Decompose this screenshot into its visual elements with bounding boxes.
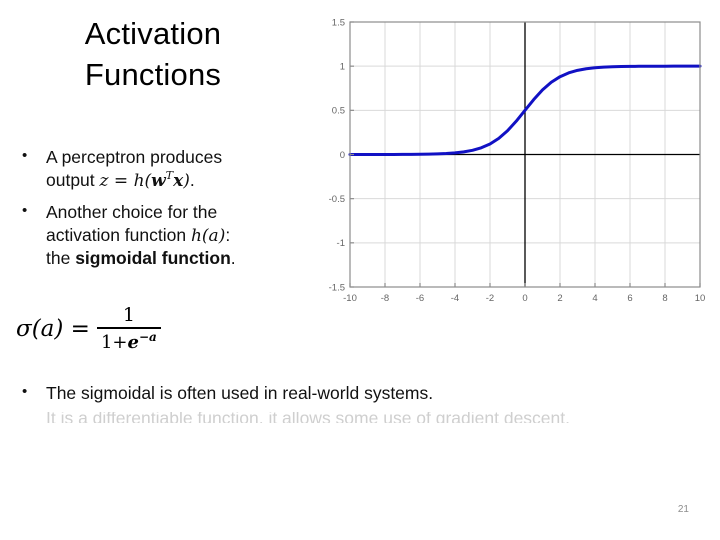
x-tick-label: -10 bbox=[343, 293, 357, 304]
x-tick-label: 8 bbox=[662, 293, 667, 304]
denominator-exponent: −a bbox=[138, 329, 157, 344]
clipped-text: It is a differentiable function, it allo… bbox=[46, 412, 571, 423]
bullet-text: the bbox=[46, 247, 76, 268]
denominator-e: e bbox=[127, 331, 139, 353]
clipped-overflow-line: It is a differentiable function, it allo… bbox=[46, 412, 706, 423]
page-title: Activation Functions bbox=[84, 16, 222, 92]
bullet-text: activation function bbox=[46, 224, 191, 245]
y-tick-label: -1 bbox=[337, 238, 345, 249]
bullet-line: A perceptron produces bbox=[46, 146, 310, 169]
math-equals: = bbox=[108, 170, 134, 191]
colon: : bbox=[225, 224, 231, 245]
math-paren-open: ( bbox=[201, 225, 209, 246]
y-tick-label: 0 bbox=[340, 150, 345, 161]
y-tick-label: -1.5 bbox=[329, 282, 345, 293]
bottom-bullet-list: • The sigmoidal is often used in real-wo… bbox=[14, 382, 704, 407]
bullet-glyph: • bbox=[22, 147, 28, 164]
y-tick-label: 0.5 bbox=[332, 106, 345, 117]
bullet-text: output bbox=[46, 169, 100, 190]
y-tick-label: -0.5 bbox=[329, 194, 345, 205]
list-item: • The sigmoidal is often used in real-wo… bbox=[14, 382, 704, 405]
x-tick-label: 4 bbox=[592, 293, 597, 304]
bullet-glyph: • bbox=[22, 383, 28, 400]
x-tick-label: -8 bbox=[381, 293, 389, 304]
x-tick-label: 6 bbox=[627, 293, 632, 304]
bullet-text: The sigmoidal is often used in real-worl… bbox=[46, 383, 434, 403]
sigmoid-equation: σ(a) = 1 1+e−a bbox=[16, 304, 161, 353]
bullet-line: Another choice for the bbox=[46, 201, 310, 224]
math-h: h bbox=[190, 225, 202, 246]
x-tick-label: -6 bbox=[416, 293, 424, 304]
bullet-line: activation function h(a): bbox=[46, 224, 310, 247]
emphasis-sigmoidal-function: sigmoidal function bbox=[75, 247, 231, 268]
equation-fraction: 1 1+e−a bbox=[96, 304, 161, 353]
x-tick-label: 10 bbox=[695, 293, 706, 304]
math-paren-close: ) bbox=[183, 170, 190, 191]
sentence-period: . bbox=[189, 169, 195, 190]
page-number: 21 bbox=[677, 504, 689, 515]
equation-lhs: σ(a) = bbox=[16, 316, 90, 343]
math-a: a bbox=[208, 225, 219, 246]
bullet-line: output z = h(wTx). bbox=[46, 169, 310, 192]
list-item: • A perceptron produces output z = h(wTx… bbox=[14, 146, 310, 192]
bullet-line: the sigmoidal function. bbox=[46, 247, 310, 270]
math-w-vector: w bbox=[151, 170, 166, 191]
x-tick-label: 2 bbox=[557, 293, 562, 304]
denominator-one-plus: 1+ bbox=[100, 331, 128, 353]
x-tick-label: 0 bbox=[522, 293, 527, 304]
sentence-period: . bbox=[230, 247, 236, 268]
math-x-vector: x bbox=[173, 170, 184, 191]
bullet-glyph: • bbox=[22, 201, 28, 219]
math-z: z bbox=[99, 170, 109, 191]
list-item: • Another choice for the activation func… bbox=[14, 201, 310, 270]
sigmoid-plot-svg: -10 -8 -6 -4 -2 0 2 4 6 8 10 1.5 1 0.5 0 -0.5 -1 -1.5 bbox=[329, 17, 706, 304]
fraction-numerator: 1 bbox=[122, 304, 135, 326]
bullet-list: • A perceptron produces output z = h(wTx… bbox=[14, 146, 310, 278]
x-tick-label: -2 bbox=[486, 293, 494, 304]
y-tick-label: 1 bbox=[340, 62, 345, 73]
bullet-text: Another choice for the bbox=[46, 201, 218, 222]
y-tick-label: 1.5 bbox=[332, 17, 345, 28]
x-tick-label: -4 bbox=[451, 293, 459, 304]
bullet-text: A perceptron produces bbox=[46, 147, 223, 167]
sigmoid-chart: -10 -8 -6 -4 -2 0 2 4 6 8 10 1.5 1 0.5 0 -0.5 -1 -1.5 bbox=[318, 8, 710, 313]
fraction-denominator: 1+e−a bbox=[97, 329, 161, 353]
math-h: h bbox=[133, 170, 145, 191]
